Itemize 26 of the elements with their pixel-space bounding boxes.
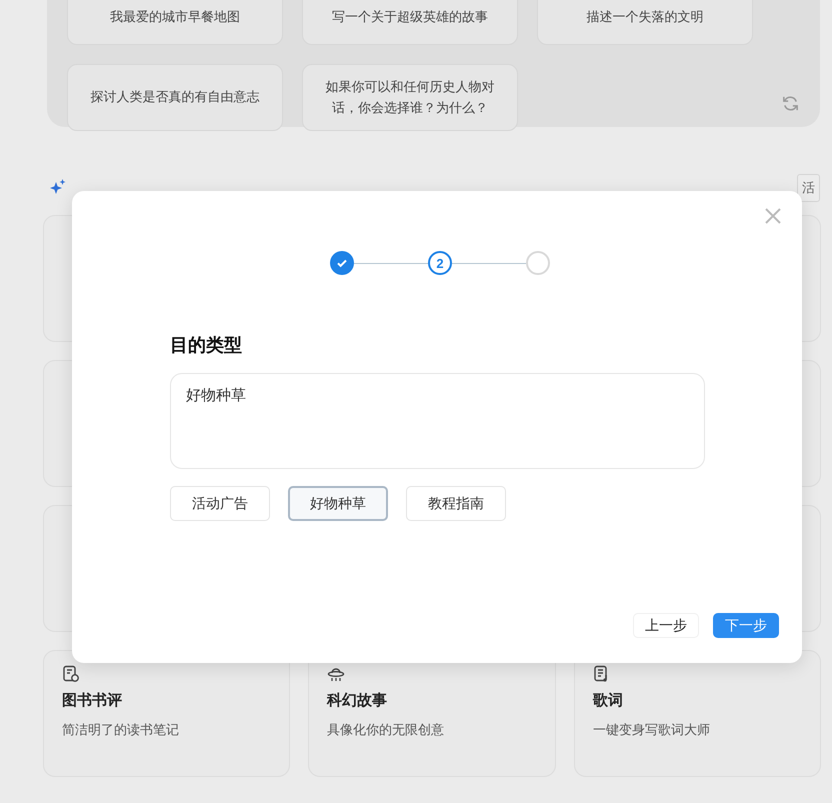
- suggestion-chip[interactable]: 描述一个失落的文明: [537, 0, 753, 45]
- suggestion-chip[interactable]: 我最爱的城市早餐地图: [67, 0, 283, 45]
- option-button[interactable]: 好物种草: [288, 486, 388, 521]
- option-button[interactable]: 教程指南: [406, 486, 506, 521]
- suggestion-chip[interactable]: 如果你可以和任何历史人物对话，你会选择谁？为什么？: [302, 64, 518, 131]
- suggestion-chip[interactable]: 写一个关于超级英雄的故事: [302, 0, 518, 45]
- card-title: 科幻故事: [327, 691, 387, 710]
- close-icon[interactable]: [764, 207, 782, 225]
- card-description: 具像化你的无限创意: [327, 721, 444, 739]
- refresh-icon[interactable]: [781, 94, 800, 113]
- back-button[interactable]: 上一步: [633, 613, 699, 638]
- pending-step-icon: [526, 251, 550, 275]
- option-button[interactable]: 活动广告: [170, 486, 270, 521]
- card-title: 图书书评: [62, 691, 122, 710]
- template-card[interactable]: 歌词 一键变身写歌词大师: [574, 650, 821, 777]
- book-icon: [62, 665, 80, 683]
- dialog-title: 目的类型: [170, 334, 243, 357]
- completed-step-icon: [330, 251, 354, 275]
- template-card[interactable]: 图书书评 简洁明了的读书笔记: [43, 650, 290, 777]
- card-description: 简洁明了的读书笔记: [62, 721, 179, 739]
- current-step: 2: [428, 251, 452, 275]
- card-title: 歌词: [593, 691, 623, 710]
- suggestion-chip[interactable]: 探讨人类是否真的有自由意志: [67, 64, 283, 131]
- card-description: 一键变身写歌词大师: [593, 721, 710, 739]
- input-field[interactable]: 好物种草: [170, 373, 705, 469]
- category-tab[interactable]: 活: [797, 174, 820, 202]
